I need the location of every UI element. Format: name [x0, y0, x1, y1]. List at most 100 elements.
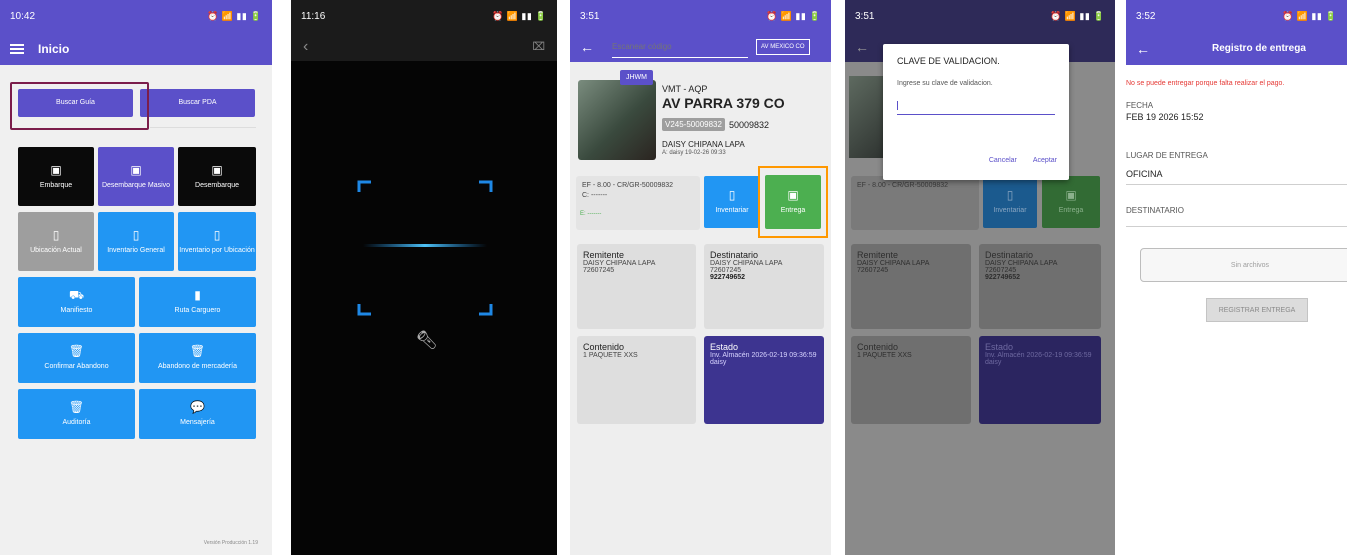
gallery-icon[interactable]: ⌧: [532, 40, 545, 53]
buscar-pda-label: Buscar PDA: [178, 98, 217, 106]
tile-label: Embarque: [39, 181, 73, 189]
status-time: 3:52: [1136, 10, 1156, 22]
status-time: 3:51: [580, 10, 600, 22]
contenido-card: Contenido 1 PAQUETE XXS: [577, 336, 696, 424]
back-arrow-icon: ←: [855, 39, 869, 55]
tile-embarque[interactable]: ▣ Embarque: [18, 147, 94, 206]
corner-tr: [479, 180, 493, 192]
lugar-value[interactable]: OFICINA: [1126, 169, 1163, 179]
remitente-doc: 72607245: [583, 267, 615, 274]
flashlight-icon[interactable]: 🔦︎: [415, 330, 438, 351]
screen-inicio: 10:42 ⏰ 📶 ▮▮ 🔋 Inicio Buscar Guía Buscar…: [0, 0, 272, 555]
trash-icon: 🗑: [189, 344, 206, 359]
status-icons: ⏰ 📶 ▮▮ 🔋: [1281, 10, 1337, 21]
clipboard-icon: ▯: [1006, 188, 1014, 203]
destinatario-title: Destinatario: [710, 250, 759, 260]
status-bar: 11:16 ⏰ 📶 ▮▮ 🔋: [291, 0, 557, 32]
back-icon[interactable]: ‹: [303, 38, 308, 56]
tile-label: Abandono de mercadería: [158, 363, 237, 371]
dimmed-ef-card: EF - 8.00 - CR/GR-50009832: [851, 176, 979, 230]
entrega-button[interactable]: ▣ Entrega: [765, 175, 821, 229]
menu-icon[interactable]: [10, 43, 24, 54]
highlight-box: [10, 82, 149, 130]
fecha-label: FECHA: [1126, 101, 1154, 110]
inventariar-button[interactable]: ▯ Inventariar: [704, 176, 760, 228]
ef-line: EF - 8.00 - CR/GR-50009832: [582, 182, 674, 189]
app-bar: ← Registro de entrega: [1126, 32, 1347, 65]
estado-value: Inv. Almacén 2026-02-19 09:36:59 daisy: [710, 352, 817, 366]
registrar-entrega-button[interactable]: REGISTRAR ENTREGA: [1206, 298, 1308, 322]
tile-manifiesto[interactable]: ⛟ Manifiesto: [18, 277, 135, 327]
dimmed-destinatario-name: DAISY CHIPANA LAPA: [985, 260, 1058, 267]
guide-code: V245-50009832: [662, 118, 725, 131]
book-icon: ▮: [194, 288, 201, 303]
scan-frame: [357, 180, 493, 316]
accept-button[interactable]: Aceptar: [1033, 157, 1057, 164]
screen-scanner: 11:16 ⏰ 📶 ▮▮ 🔋 ‹ ⌧ 🔦︎: [291, 0, 557, 555]
status-bar: 3:51 ⏰ 📶 ▮▮ 🔋: [845, 0, 1115, 32]
dimmed-destinatario-doc: 72607245: [985, 267, 1017, 274]
app-bar: Inicio: [0, 32, 272, 65]
tile-inventario-general[interactable]: ▯ Inventario General: [98, 212, 174, 271]
dimmed-estado: Estado Inv. Almacén 2026-02-19 09:36:59 d…: [979, 336, 1101, 424]
status-bar: 10:42 ⏰ 📶 ▮▮ 🔋: [0, 0, 272, 32]
page-title: Inicio: [38, 41, 70, 56]
meta: A: daisy 19-02-26 09:33: [662, 150, 726, 156]
tile-abandono-mercaderia[interactable]: 🗑 Abandono de mercadería: [139, 333, 256, 383]
tile-auditoria[interactable]: 🗑 Auditoría: [18, 389, 135, 439]
status-time: 3:51: [855, 10, 875, 22]
back-arrow-icon[interactable]: ←: [1136, 41, 1150, 57]
dimmed-remitente-name: DAISY CHIPANA LAPA: [857, 260, 930, 267]
lugar-underline: [1126, 184, 1347, 185]
lugar-label: LUGAR DE ENTREGA: [1126, 151, 1208, 160]
embarque-icon: ▣: [50, 162, 62, 177]
buscar-pda-button[interactable]: Buscar PDA: [140, 89, 255, 117]
sin-archivos-box[interactable]: Sin archivos: [1140, 248, 1347, 282]
tile-label: Inventario por Ubicación: [179, 246, 255, 254]
dimmed-contenido: Contenido 1 PAQUETE XXS: [851, 336, 971, 424]
dimmed-estado-value: Inv. Almacén 2026-02-19 09:36:59 daisy: [985, 352, 1092, 366]
divider: [150, 127, 256, 128]
guide-row: V245-50009832 50009832: [662, 118, 769, 131]
status-icons: ⏰ 📶 ▮▮ 🔋: [206, 10, 262, 21]
dialog-title: CLAVE DE VALIDACION.: [897, 56, 1000, 66]
fecha-value: FEB 19 2026 15:52: [1126, 112, 1204, 122]
package-photo[interactable]: [578, 80, 656, 160]
status-time: 11:16: [301, 10, 326, 22]
dimmed-destinatario-title: Destinatario: [985, 250, 1034, 260]
status-icons: ⏰ 📶 ▮▮ 🔋: [1049, 10, 1105, 21]
inbox-icon: ▣: [1065, 188, 1077, 203]
dimmed-remitente-title: Remitente: [857, 250, 899, 260]
dimmed-photo: [849, 76, 885, 158]
corner-bl: [357, 304, 371, 316]
tile-inventario-por-ubicacion[interactable]: ▯ Inventario por Ubicación: [178, 212, 256, 271]
tile-ubicacion-actual[interactable]: ▯ Ubicación Actual: [18, 212, 94, 271]
destinatario-input[interactable]: [1126, 226, 1347, 227]
tile-ruta-carguero[interactable]: ▮ Ruta Carguero: [139, 277, 256, 327]
remitente-title: Remitente: [583, 250, 625, 260]
guide-number: 50009832: [728, 119, 769, 130]
destinatario-phone: 922749652: [710, 274, 746, 281]
tile-confirmar-abandono[interactable]: 🗑 Confirmar Abandono: [18, 333, 135, 383]
dimmed-remitente-doc: 72607245: [857, 267, 889, 274]
scan-code-input[interactable]: [612, 36, 748, 58]
e-line: E: -------: [580, 211, 602, 217]
tile-desembarque[interactable]: ▣ Desembarque: [178, 147, 256, 206]
tile-label: Inventario General: [107, 246, 165, 254]
screen-registro-entrega: 3:52 ⏰ 📶 ▮▮ 🔋 ← Registro de entrega No s…: [1126, 0, 1347, 555]
clipboard-icon: ▯: [728, 188, 736, 203]
dimmed-destinatario-phone: 922749652: [985, 274, 1021, 281]
error-message: No se puede entregar porque falta realiz…: [1126, 80, 1285, 87]
password-input[interactable]: [897, 97, 1055, 115]
tile-mensajeria[interactable]: 💬 Mensajería: [139, 389, 256, 439]
sin-archivos-label: Sin archivos: [1230, 261, 1270, 269]
corner-br: [479, 304, 493, 316]
dimmed-contenido-title: Contenido: [857, 342, 899, 352]
cancel-button[interactable]: Cancelar: [989, 157, 1017, 164]
tile-desembarque-masivo[interactable]: ▣ Desembarque Masivo: [98, 147, 174, 206]
location-chip[interactable]: AV MEXICO CO: [756, 39, 810, 55]
tile-label: Ubicación Actual: [30, 246, 82, 254]
status-bar: 3:52 ⏰ 📶 ▮▮ 🔋: [1126, 0, 1347, 32]
back-arrow-icon[interactable]: ←: [580, 39, 594, 55]
desembarque-masivo-icon: ▣: [130, 162, 142, 177]
